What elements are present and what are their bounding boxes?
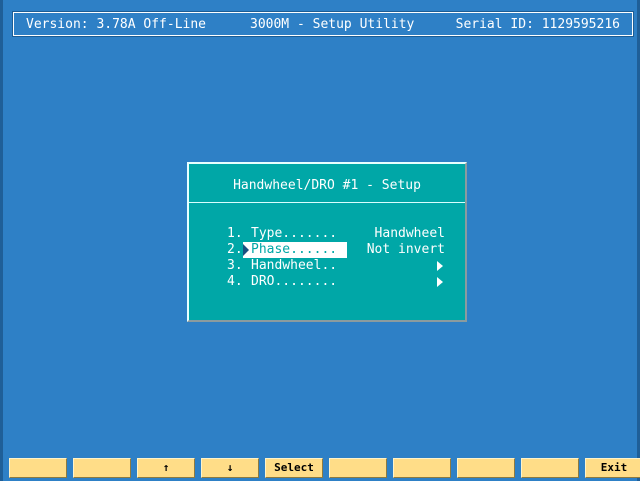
menu-item-type[interactable]: 1. Type....... Handwheel: [227, 226, 445, 242]
up-arrow-button[interactable]: ↑: [137, 458, 195, 478]
menu-item-dro[interactable]: 4. DRO........: [227, 274, 445, 290]
fkey-8-button[interactable]: [457, 458, 515, 478]
status-header: Version: 3.78A Off-Line 3000M - Setup Ut…: [13, 12, 633, 36]
fkey-7-button[interactable]: [393, 458, 451, 478]
dialog-title: Handwheel/DRO #1 - Setup: [233, 178, 421, 193]
handwheel-setup-dialog: Handwheel/DRO #1 - Setup 1. Type....... …: [187, 162, 467, 322]
menu-item-number: 3.: [227, 258, 243, 273]
fkey-9-button[interactable]: [521, 458, 579, 478]
fkey-6-button[interactable]: [329, 458, 387, 478]
fkey-2-button[interactable]: [73, 458, 131, 478]
menu-item-label: Handwheel..: [251, 258, 338, 273]
dialog-divider: [189, 202, 465, 203]
submenu-arrow-icon: [437, 277, 443, 287]
menu-item-value: Handwheel: [374, 226, 445, 241]
version-text: Version: 3.78A Off-Line: [26, 17, 207, 32]
menu-item-number: 2.: [227, 242, 243, 257]
function-key-bar: ↑ ↓ Select Exit: [9, 458, 640, 478]
menu-item-label: DRO........: [251, 274, 338, 289]
menu-item-phase[interactable]: 2. Phase...... Not invert: [227, 242, 445, 258]
setup-utility-screen: Version: 3.78A Off-Line 3000M - Setup Ut…: [0, 0, 640, 481]
select-button[interactable]: Select: [265, 458, 323, 478]
fkey-1-button[interactable]: [9, 458, 67, 478]
submenu-arrow-icon: [437, 261, 443, 271]
menu-item-value: Not invert: [366, 242, 445, 257]
serial-id-text: Serial ID: 1129595216: [455, 17, 620, 32]
menu-item-label-selected: Phase......: [243, 242, 347, 258]
down-arrow-button[interactable]: ↓: [201, 458, 259, 478]
menu-item-label: Type.......: [251, 226, 338, 241]
menu-item-handwheel[interactable]: 3. Handwheel..: [227, 258, 445, 274]
menu-item-number: 4.: [227, 274, 243, 289]
utility-title: 3000M - Setup Utility: [250, 17, 415, 32]
exit-button[interactable]: Exit: [585, 458, 640, 478]
menu-item-number: 1.: [227, 226, 243, 241]
